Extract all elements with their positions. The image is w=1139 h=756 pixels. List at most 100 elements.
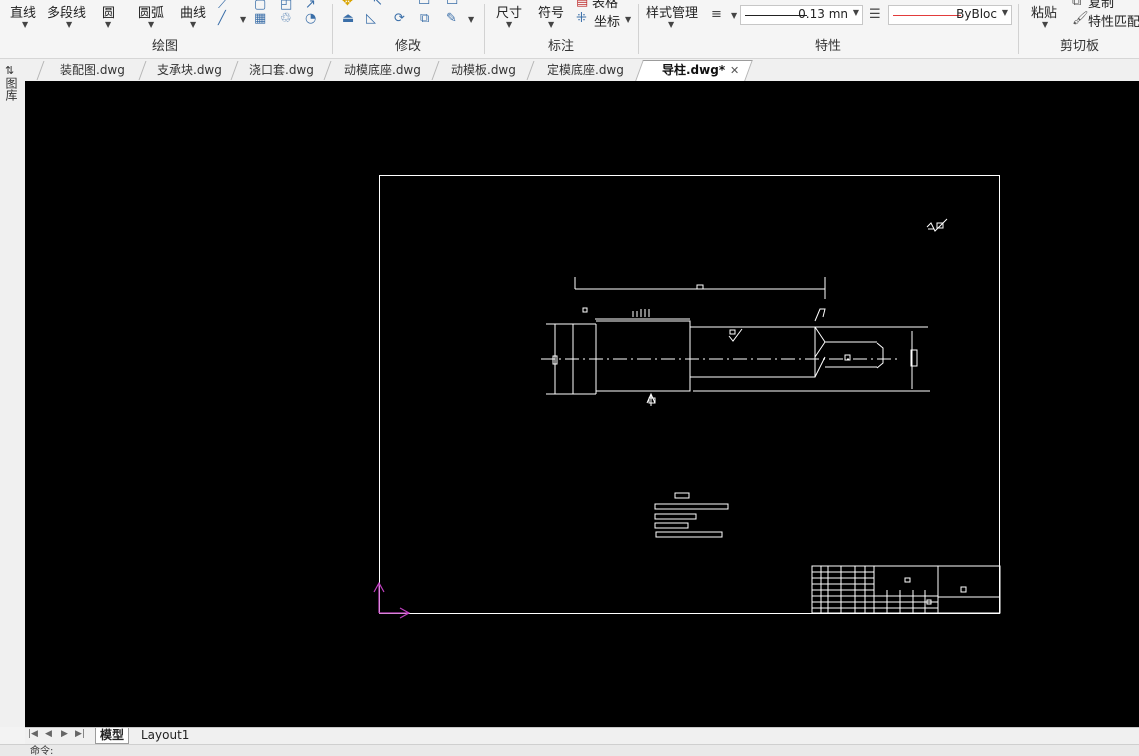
color-value: ByBloc [956, 7, 997, 21]
ucs-icon [373, 581, 411, 619]
circle-button[interactable]: 圆 [102, 2, 115, 21]
copy-object-icon[interactable]: ↖ [372, 0, 383, 10]
library-label: 图库 [4, 77, 18, 101]
drawing-canvas[interactable] [25, 81, 1139, 727]
close-tab-icon[interactable]: ✕ [730, 64, 739, 77]
clipboard-group: 粘贴 ▼ ⧉ 复制 🖌 特性匹配 剪切板 [1020, 0, 1139, 58]
document-tab-label: 动模底座.dwg [343, 63, 421, 77]
line-dropdown-icon[interactable]: ▼ [22, 20, 28, 29]
guide-pillar-drawing [546, 277, 930, 406]
line-button[interactable]: 直线 [10, 2, 36, 21]
first-layout-icon[interactable]: |◀ [28, 729, 38, 739]
boundary-icon[interactable]: ♲ [280, 11, 292, 27]
circle-dropdown-icon[interactable]: ▼ [105, 20, 111, 29]
color-combo[interactable]: ByBloc ▼ [888, 5, 1012, 25]
paste-button[interactable]: 粘贴 [1031, 2, 1057, 21]
copy-icon[interactable]: ⧉ [1072, 0, 1081, 10]
document-tab[interactable]: 支承块.dwg [138, 61, 239, 80]
stretch-icon[interactable]: ◺ [366, 11, 376, 27]
ribbon-separator [332, 4, 333, 54]
linetype-icon: ☰ [869, 7, 881, 22]
symbol-dropdown-icon[interactable]: ▼ [548, 20, 554, 29]
layout-tab-bar: |◀ ◀ ▶ ▶| 模型 Layout1 [25, 727, 1139, 744]
ribbon: 直线 ▼ 多段线 ▼ 圆 ▼ 圆弧 ▼ 曲线 ▼ ⟋ ╱ ▼ ▢ ▦ ◰ ♲ ↗… [0, 0, 1139, 59]
annotate-group-title: 标注 [547, 39, 574, 54]
color-dropdown-icon: ▼ [1001, 8, 1008, 17]
curve-dropdown-icon[interactable]: ▼ [190, 20, 196, 29]
move-icon[interactable]: ✥ [342, 0, 353, 10]
match-properties-icon[interactable]: 🖌 [1072, 11, 1089, 27]
lineweight-dropdown-icon: ▼ [852, 8, 859, 17]
array-icon[interactable]: ⧉ [420, 11, 429, 27]
document-tab[interactable]: 装配图.dwg [36, 61, 147, 80]
document-tab-label: 浇口套.dwg [249, 63, 314, 77]
fillet-icon[interactable]: ⏏ [342, 11, 354, 27]
properties-group-title: 特性 [814, 39, 841, 54]
clipboard-group-title: 剪切板 [1059, 39, 1099, 54]
curve-button[interactable]: 曲线 [180, 2, 206, 21]
lineweight-combo[interactable]: 0.13 mn ▼ [740, 5, 863, 25]
previous-layout-icon[interactable]: ◀ [45, 729, 52, 739]
properties-group: 样式管理 ▼ ≡ ▼ 0.13 mn ▼ ☰ ByBloc ▼ 特性 [640, 0, 1016, 58]
last-layout-icon[interactable]: ▶| [75, 729, 85, 739]
arc-button[interactable]: 圆弧 [138, 2, 164, 21]
layout1-tab[interactable]: Layout1 [141, 728, 189, 743]
dimension-button[interactable]: 尺寸 [496, 2, 522, 21]
technical-notes [654, 492, 729, 538]
modify-group-title: 修改 [394, 39, 421, 54]
ribbon-separator [484, 4, 485, 54]
model-tab[interactable]: 模型 [95, 728, 130, 744]
library-panel-tab[interactable]: ⇅ 图库 [4, 64, 19, 102]
polyline-dropdown-icon[interactable]: ▼ [66, 20, 72, 29]
hatch-icon[interactable]: ▦ [254, 11, 266, 27]
arc-dropdown-icon[interactable]: ▼ [148, 20, 154, 29]
color-preview [893, 15, 961, 16]
annotate-group: 尺寸 ▼ 符号 ▼ ▤ 表格 ⁜ 坐标 ▼ 标注 [486, 0, 636, 58]
command-line[interactable]: 命令: [0, 744, 1139, 756]
modify-group: ✥ ↖ ▭ ▭ ⏏ ◺ ⟳ ⧉ ✎ ▼ 修改 [334, 0, 482, 58]
lineweight-value: 0.13 mn [798, 7, 848, 21]
draw-group-title: 绘图 [151, 39, 178, 54]
command-prompt: 命令: [30, 746, 54, 756]
rotate-icon[interactable]: ⟳ [394, 11, 405, 27]
title-block [811, 565, 1001, 614]
left-side-panel: ⇅ 图库 [0, 59, 26, 727]
document-tab-label: 动模板.dwg [451, 63, 516, 77]
dimension-dropdown-icon[interactable]: ▼ [506, 20, 512, 29]
style-manager-dropdown-icon[interactable]: ▼ [668, 20, 674, 29]
table-icon[interactable]: ▤ [576, 0, 588, 10]
coordinate-icon[interactable]: ⁜ [576, 11, 587, 27]
lineweight-list-dropdown-icon[interactable]: ▼ [731, 11, 737, 20]
match-properties-button[interactable]: 特性匹配 [1088, 11, 1139, 30]
paste-dropdown-icon[interactable]: ▼ [1042, 20, 1048, 29]
drawing-svg [373, 175, 1001, 619]
polyline-button[interactable]: 多段线 [47, 2, 86, 21]
style-manager-button[interactable]: 样式管理 [646, 2, 698, 21]
edit-icon[interactable]: ✎ [446, 11, 457, 27]
ray-icon[interactable]: ╱ [218, 11, 226, 27]
ribbon-separator [638, 4, 639, 54]
document-tab-label: 装配图.dwg [59, 63, 125, 77]
copy-button[interactable]: 复制 [1088, 0, 1114, 11]
lineweight-list-icon: ≡ [711, 7, 722, 22]
modify-more-dropdown-icon[interactable]: ▼ [468, 15, 474, 24]
document-tab[interactable]: 浇口套.dwg [230, 61, 332, 80]
document-tab-label: 导柱.dwg* [662, 63, 726, 77]
table-button[interactable]: 表格 [592, 0, 618, 11]
coordinate-button[interactable]: 坐标 [594, 11, 620, 30]
document-tab-label: 定模底座.dwg [547, 63, 624, 77]
document-tab[interactable]: 定模底座.dwg [526, 61, 644, 80]
coordinate-dropdown-icon[interactable]: ▼ [625, 15, 631, 24]
roughness-symbol [926, 218, 948, 232]
document-tab[interactable]: 动模板.dwg [431, 61, 535, 80]
mirror-icon[interactable]: ▭ [418, 0, 430, 10]
ray-dropdown-icon[interactable]: ▼ [240, 15, 246, 24]
next-layout-icon[interactable]: ▶ [61, 729, 68, 739]
library-icon: ⇅ [5, 64, 15, 77]
wipeout-icon[interactable]: ◔ [305, 11, 316, 27]
draw-group: 直线 ▼ 多段线 ▼ 圆 ▼ 圆弧 ▼ 曲线 ▼ ⟋ ╱ ▼ ▢ ▦ ◰ ♲ ↗… [0, 0, 330, 58]
offset-icon[interactable]: ▭ [446, 0, 458, 10]
document-tab-label: 支承块.dwg [156, 63, 222, 77]
symbol-button[interactable]: 符号 [538, 2, 564, 21]
document-tab[interactable]: 动模底座.dwg [323, 61, 440, 80]
